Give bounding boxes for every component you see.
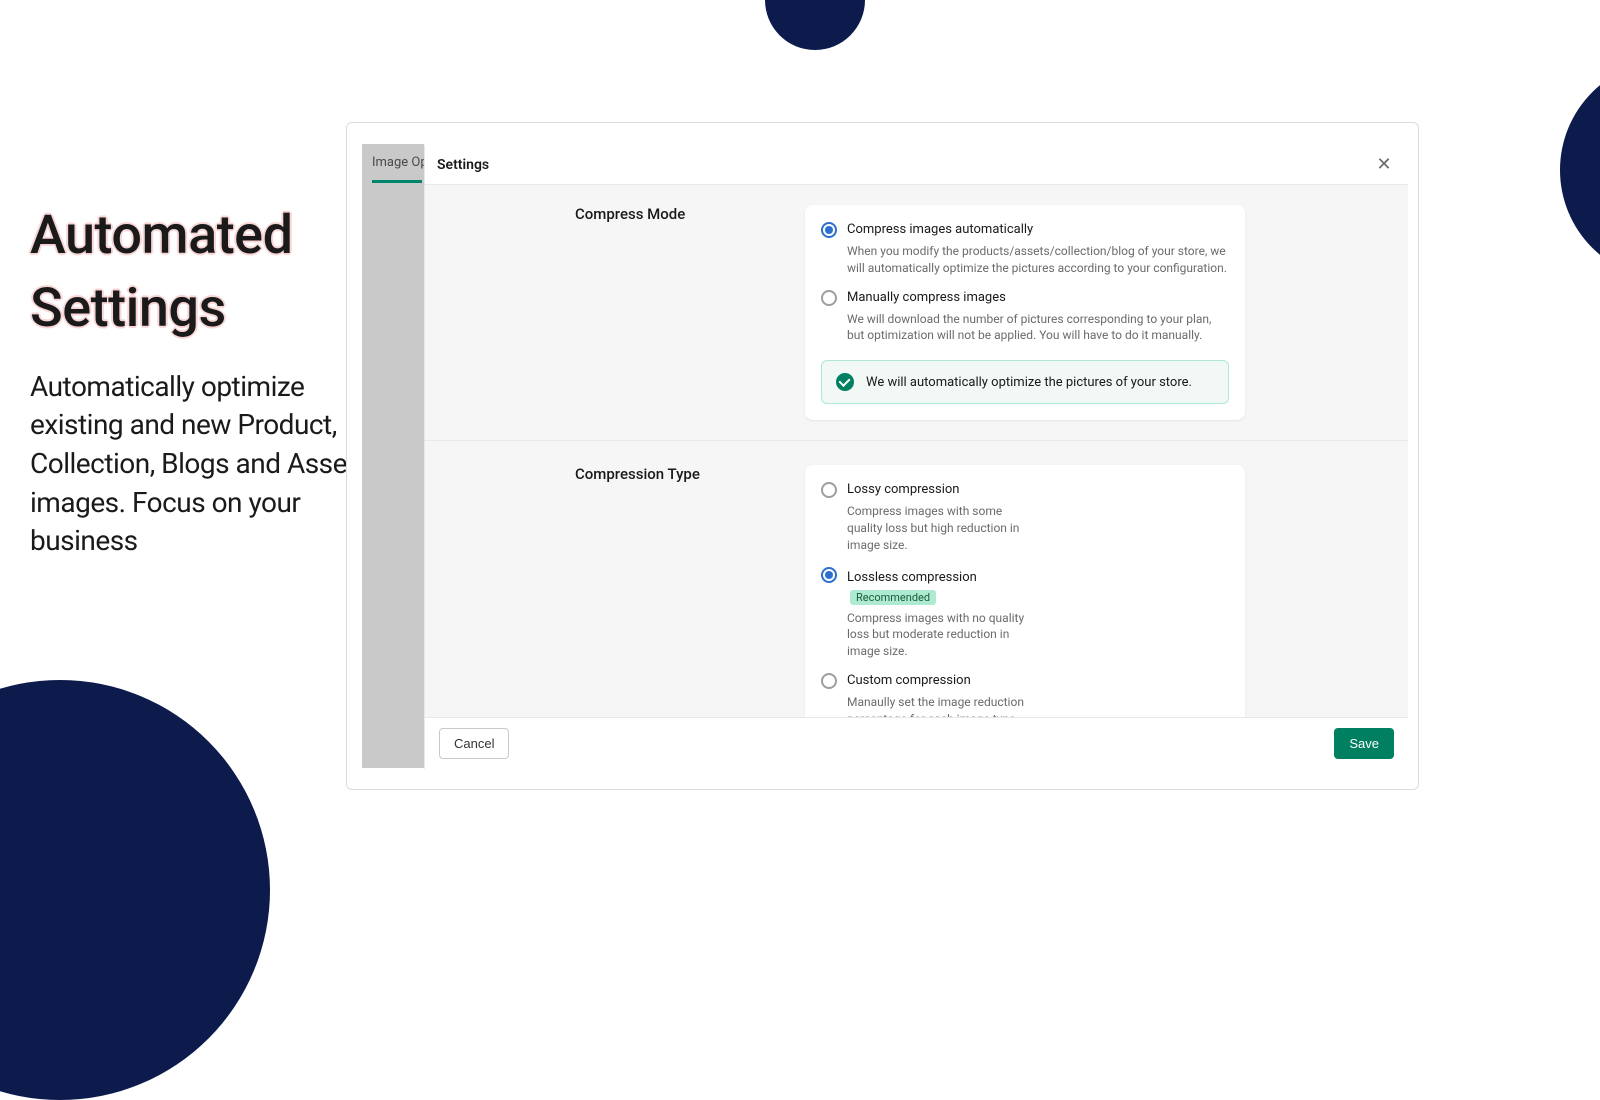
hero-heading-line1: Automated xyxy=(30,204,293,267)
settings-modal: Settings ✕ Compress Mode Compress images… xyxy=(424,145,1408,769)
radio-label-lossy: Lossy compression xyxy=(847,481,1037,499)
hero-heading: Automated Settings xyxy=(30,200,360,346)
section-compression-type: Compression Type Lossy compression Compr… xyxy=(425,440,1408,717)
modal-title: Settings xyxy=(437,157,489,173)
radio-row-custom: Custom compression Manaully set the imag… xyxy=(821,672,1229,717)
check-circle-icon xyxy=(836,373,854,391)
background-tab-underline xyxy=(372,180,422,183)
radio-custom[interactable] xyxy=(821,673,837,689)
radio-manual-compress[interactable] xyxy=(821,290,837,306)
radio-sub-manual-compress: We will download the number of pictures … xyxy=(847,311,1229,345)
card-compress-mode: Compress images automatically When you m… xyxy=(805,205,1245,420)
radio-sub-auto-compress: When you modify the products/assets/coll… xyxy=(847,243,1229,277)
radio-lossy[interactable] xyxy=(821,482,837,498)
modal-body[interactable]: Compress Mode Compress images automatica… xyxy=(425,185,1408,717)
decor-circle-top xyxy=(765,0,865,50)
radio-sub-lossy: Compress images with some quality loss b… xyxy=(847,503,1037,553)
section-title-compression-type: Compression Type xyxy=(575,465,785,483)
cancel-button[interactable]: Cancel xyxy=(439,728,509,759)
radio-label-manual-compress: Manually compress images xyxy=(847,289,1229,307)
badge-recommended: Recommended xyxy=(850,590,936,605)
card-compression-type: Lossy compression Compress images with s… xyxy=(805,465,1245,717)
section-compress-mode: Compress Mode Compress images automatica… xyxy=(425,205,1408,440)
radio-label-custom: Custom compression xyxy=(847,672,1037,690)
radio-sub-custom: Manaully set the image reduction percent… xyxy=(847,694,1037,717)
close-icon[interactable]: ✕ xyxy=(1372,153,1396,177)
background-tabstrip xyxy=(362,144,424,768)
radio-row-manual-compress: Manually compress images We will downloa… xyxy=(821,289,1229,353)
modal-footer: Cancel Save xyxy=(425,717,1408,769)
section-title-compress-mode: Compress Mode xyxy=(575,205,785,223)
radio-sub-lossless: Compress images with no quality loss but… xyxy=(847,610,1037,660)
decor-circle-bottom-left xyxy=(0,680,270,1100)
background-tab-label[interactable]: Image Op xyxy=(372,155,428,170)
radio-label-auto-compress: Compress images automatically xyxy=(847,221,1229,239)
decor-circle-right xyxy=(1560,60,1600,280)
radio-label-lossless: Lossless compression xyxy=(847,570,977,585)
hero-text-block: Automated Settings Automatically optimiz… xyxy=(30,200,360,561)
banner-text: We will automatically optimize the pictu… xyxy=(866,375,1192,390)
banner-auto-optimize: We will automatically optimize the pictu… xyxy=(821,360,1229,404)
radio-lossless[interactable] xyxy=(821,567,837,583)
modal-header: Settings ✕ xyxy=(425,145,1408,185)
radio-row-lossy: Lossy compression Compress images with s… xyxy=(821,481,1229,561)
radio-row-auto-compress: Compress images automatically When you m… xyxy=(821,221,1229,285)
radio-row-lossless: Lossless compression Recommended Compress… xyxy=(821,566,1229,668)
hero-paragraph: Automatically optimize existing and new … xyxy=(30,368,360,561)
hero-heading-line2: Settings xyxy=(30,277,226,340)
save-button[interactable]: Save xyxy=(1334,728,1394,759)
radio-auto-compress[interactable] xyxy=(821,222,837,238)
